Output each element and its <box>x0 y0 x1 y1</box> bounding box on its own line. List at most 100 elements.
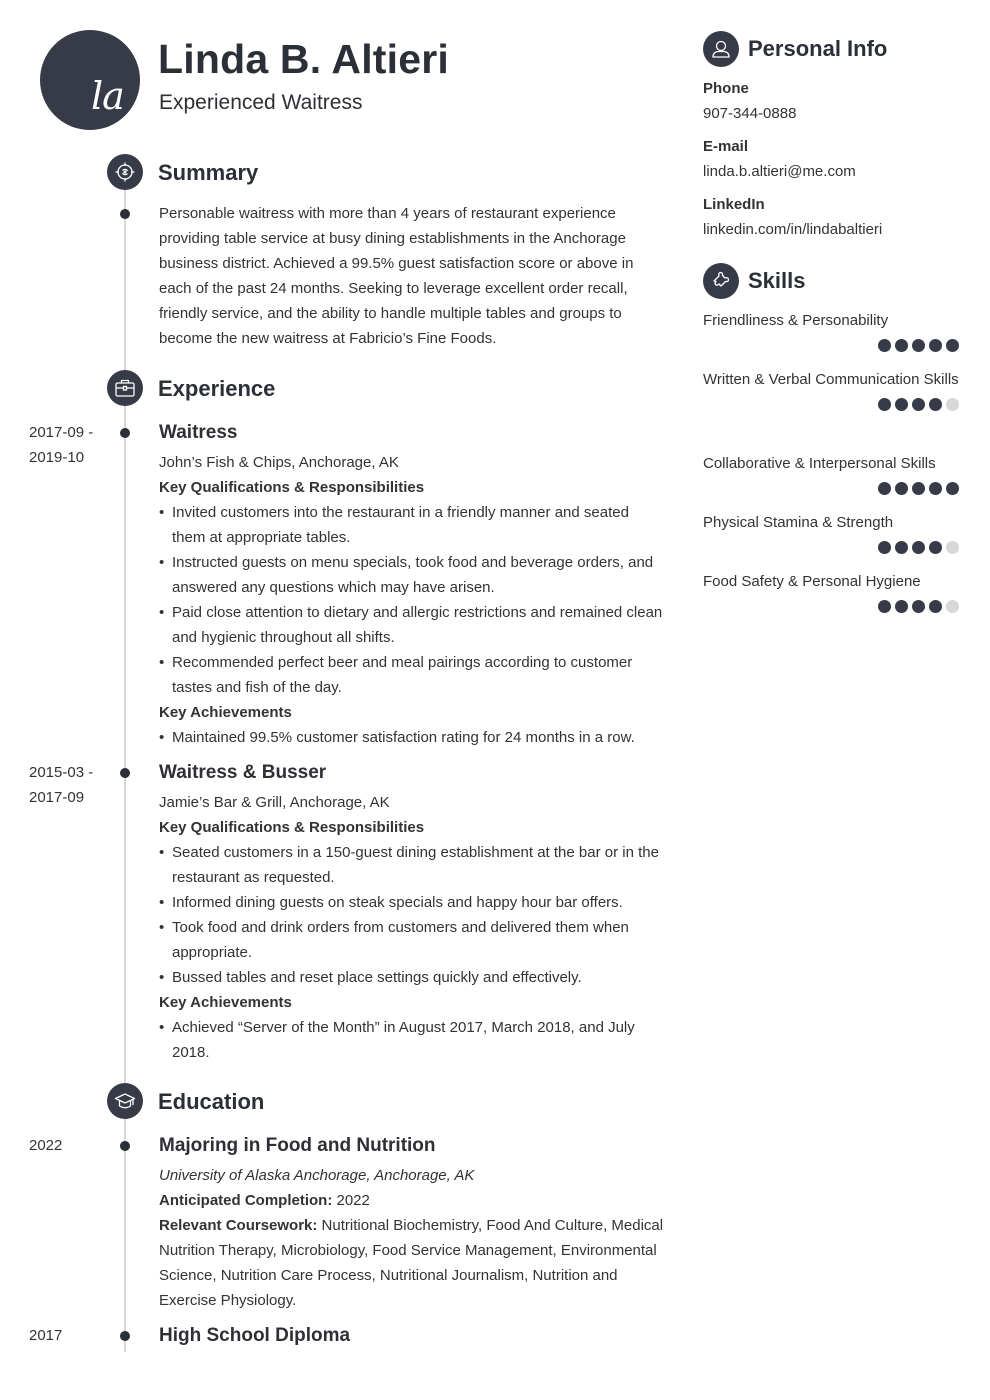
rating-dot-filled <box>895 541 908 554</box>
rating-dot-filled <box>878 482 891 495</box>
rating-dot-filled <box>946 339 959 352</box>
degree-title: Majoring in Food and Nutrition <box>159 1135 436 1156</box>
rating-dot-filled <box>929 600 942 613</box>
list-item: Maintained 99.5% customer satisfaction r… <box>159 725 664 750</box>
completion-line: Anticipated Completion: 2022 <box>159 1188 664 1213</box>
rating-dot-filled <box>878 600 891 613</box>
timeline-dot <box>120 209 130 219</box>
list-item: Informed dining guests on steak specials… <box>159 890 664 915</box>
phone-value[interactable]: 907-344-0888 <box>703 105 796 122</box>
rating-dot-filled <box>929 398 942 411</box>
job-title: Waitress & Busser <box>159 762 327 783</box>
qualifications-heading: Key Qualifications & Responsibilities <box>159 479 425 496</box>
target-icon <box>107 154 143 190</box>
skill-item: Written & Verbal Communication Skills <box>703 367 959 411</box>
skill-name: Friendliness & Personability <box>703 312 889 329</box>
responsibilities-list: Seated customers in a 150-guest dining e… <box>159 840 664 990</box>
rating-dot-filled <box>912 482 925 495</box>
education-heading: Education <box>158 1089 265 1114</box>
rating-dot-empty <box>946 600 959 613</box>
experience-heading: Experience <box>158 376 276 401</box>
timeline-dot <box>120 768 130 778</box>
rating-dot-filled <box>929 339 942 352</box>
skill-name: Collaborative & Interpersonal Skills <box>703 455 936 472</box>
skill-item: Food Safety & Personal Hygiene <box>703 569 959 613</box>
job-date-start: 2015-03 - <box>29 764 94 781</box>
timeline-dot <box>120 428 130 438</box>
monogram-text: la <box>91 74 125 118</box>
graduation-cap-icon <box>107 1083 143 1119</box>
job-date: 2017-09 - 2019-10 <box>29 420 109 470</box>
rating-dot-filled <box>929 482 942 495</box>
timeline-dot <box>120 1331 130 1341</box>
email-label: E-mail <box>703 138 749 155</box>
rating-dot-filled <box>946 482 959 495</box>
rating-dot-filled <box>912 398 925 411</box>
coursework-line: Relevant Coursework: Nutritional Biochem… <box>159 1213 664 1313</box>
rating-dot-filled <box>895 600 908 613</box>
coursework-label: Relevant Coursework: <box>159 1217 318 1234</box>
linkedin-value[interactable]: linkedin.com/in/lindabaltieri <box>703 221 882 238</box>
job-date: 2015-03 - 2017-09 <box>29 760 109 810</box>
rating-dot-empty <box>946 541 959 554</box>
completion-value: 2022 <box>332 1192 370 1209</box>
personal-info-heading: Personal Info <box>748 36 888 61</box>
education-entry: High School Diploma <box>159 1324 664 1353</box>
skill-rating <box>703 482 959 495</box>
list-item: Took food and drink orders from customer… <box>159 915 664 965</box>
puzzle-icon <box>703 263 739 299</box>
rating-dot-filled <box>929 541 942 554</box>
email-value[interactable]: linda.b.altieri@me.com <box>703 163 856 180</box>
degree-title: High School Diploma <box>159 1325 351 1346</box>
rating-dot-filled <box>912 600 925 613</box>
skill-item: Physical Stamina & Strength <box>703 510 959 554</box>
candidate-title: Experienced Waitress <box>159 91 363 114</box>
rating-dot-filled <box>895 339 908 352</box>
person-icon <box>703 31 739 67</box>
job-title: Waitress <box>159 422 238 443</box>
education-date: 2022 <box>29 1137 63 1154</box>
job-date-end: 2017-09 <box>29 789 85 806</box>
rating-dot-filled <box>912 339 925 352</box>
rating-dot-filled <box>878 398 891 411</box>
achievements-list: Maintained 99.5% customer satisfaction r… <box>159 725 664 750</box>
job-entry: Waitress & Busser Jamie’s Bar & Grill, A… <box>159 761 664 1065</box>
skill-rating <box>703 398 959 411</box>
rating-dot-filled <box>895 398 908 411</box>
responsibilities-list: Invited customers into the restaurant in… <box>159 500 664 700</box>
rating-dot-empty <box>946 398 959 411</box>
achievements-heading: Key Achievements <box>159 704 292 721</box>
skill-name: Physical Stamina & Strength <box>703 514 894 531</box>
list-item: Invited customers into the restaurant in… <box>159 500 664 550</box>
skill-item: Friendliness & Personability <box>703 308 959 352</box>
linkedin-label: LinkedIn <box>703 196 765 213</box>
list-item: Instructed guests on menu specials, took… <box>159 550 664 600</box>
skill-rating <box>703 600 959 613</box>
achievements-list: Achieved “Server of the Month” in August… <box>159 1015 664 1065</box>
job-date-start: 2017-09 - <box>29 424 94 441</box>
job-employer: Jamie’s Bar & Grill, Anchorage, AK <box>159 794 390 811</box>
list-item: Recommended perfect beer and meal pairin… <box>159 650 664 700</box>
qualifications-heading: Key Qualifications & Responsibilities <box>159 819 425 836</box>
list-item: Seated customers in a 150-guest dining e… <box>159 840 664 890</box>
candidate-name: Linda B. Altieri <box>158 36 449 82</box>
school-name: University of Alaska Anchorage, Anchorag… <box>159 1167 475 1184</box>
job-employer: John’s Fish & Chips, Anchorage, AK <box>159 454 399 471</box>
skill-item: Collaborative & Interpersonal Skills <box>703 451 959 495</box>
phone-label: Phone <box>703 80 749 97</box>
briefcase-icon <box>107 370 143 406</box>
skills-heading: Skills <box>748 268 806 293</box>
resume-page: la Linda B. Altieri Experienced Waitress… <box>0 0 990 1400</box>
timeline-dot <box>120 1141 130 1151</box>
monogram-avatar: la <box>40 30 140 130</box>
rating-dot-filled <box>878 541 891 554</box>
list-item: Achieved “Server of the Month” in August… <box>159 1015 664 1065</box>
summary-heading: Summary <box>158 160 259 185</box>
education-date: 2017 <box>29 1327 63 1344</box>
skill-rating <box>703 541 959 554</box>
job-date-end: 2019-10 <box>29 449 85 466</box>
skill-name: Written & Verbal Communication Skills <box>703 371 959 388</box>
rating-dot-filled <box>878 339 891 352</box>
achievements-heading: Key Achievements <box>159 994 292 1011</box>
list-item: Paid close attention to dietary and alle… <box>159 600 664 650</box>
